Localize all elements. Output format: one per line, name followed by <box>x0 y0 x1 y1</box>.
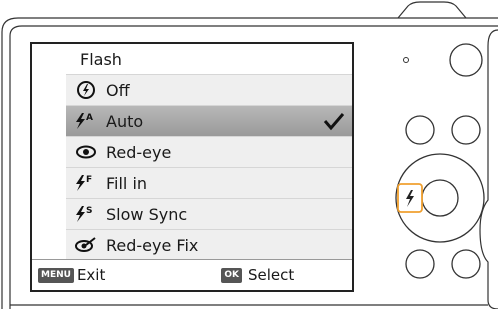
menu-title: Flash <box>80 49 122 69</box>
flash-off-icon <box>66 80 106 100</box>
menu-title-row: Flash <box>66 44 352 75</box>
flash-fill-in-icon: F <box>66 173 106 193</box>
menu-key-icon: MENU <box>38 267 74 283</box>
screen-footer: MENU Exit OK Select <box>32 259 352 290</box>
playback-button[interactable] <box>449 43 483 77</box>
menu-item-red-eye-fix[interactable]: Red-eye Fix <box>66 230 352 261</box>
select-label[interactable]: Select <box>248 266 294 284</box>
menu-item-label: Off <box>106 80 130 100</box>
menu-item-fill-in[interactable]: F Fill in <box>66 168 352 199</box>
menu-item-label: Fill in <box>106 173 148 193</box>
delete-button[interactable] <box>405 249 435 279</box>
menu-item-off[interactable]: Off <box>66 75 352 106</box>
flash-menu: Flash Off A Auto Red-eye F Fill in S Slo… <box>66 44 352 261</box>
red-eye-icon <box>66 144 106 160</box>
menu-item-auto[interactable]: A Auto <box>66 106 352 137</box>
red-eye-fix-icon <box>66 236 106 254</box>
menu-item-label: Red-eye Fix <box>106 235 199 255</box>
indicator-lamp <box>403 57 409 63</box>
menu-item-label: Slow Sync <box>106 204 188 224</box>
menu-button[interactable] <box>451 115 481 145</box>
svg-text:F: F <box>86 175 92 185</box>
menu-item-slow-sync[interactable]: S Slow Sync <box>66 199 352 230</box>
flash-auto-icon: A <box>66 111 106 131</box>
menu-item-label: Red-eye <box>106 142 172 162</box>
svg-text:S: S <box>86 206 92 216</box>
flash-slow-sync-icon: S <box>66 204 106 224</box>
mode-button[interactable] <box>405 115 435 145</box>
function-button[interactable] <box>451 249 481 279</box>
lcd-screen: Flash Off A Auto Red-eye F Fill in S Slo… <box>30 42 354 292</box>
menu-item-label: Auto <box>106 111 144 131</box>
ok-key-icon: OK <box>221 267 242 283</box>
ok-button[interactable] <box>421 179 459 217</box>
exit-label[interactable]: Exit <box>77 266 105 284</box>
svg-text:A: A <box>86 113 93 123</box>
menu-item-red-eye[interactable]: Red-eye <box>66 137 352 168</box>
checkmark-icon <box>322 110 346 136</box>
